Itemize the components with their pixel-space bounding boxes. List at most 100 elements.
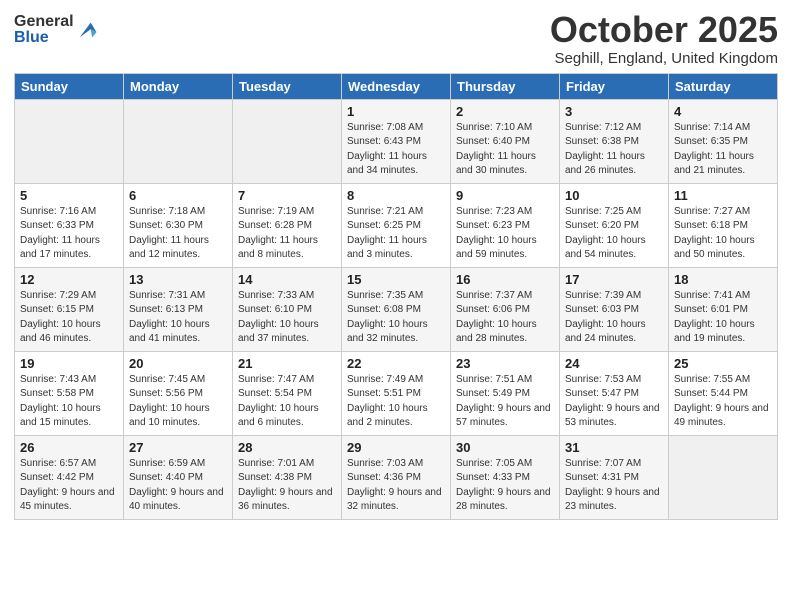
day-number: 28 — [238, 440, 336, 455]
header-monday: Monday — [124, 73, 233, 99]
table-row: 21 Sunrise: 7:47 AM Sunset: 5:54 PM Dayli… — [233, 351, 342, 435]
day-info: Sunrise: 7:35 AM Sunset: 6:08 PM Dayligh… — [347, 289, 445, 347]
table-row: 9 Sunrise: 7:23 AM Sunset: 6:23 PM Daylig… — [451, 183, 560, 267]
day-number: 4 — [674, 104, 772, 119]
location: Seghill, England, United Kingdom — [550, 50, 778, 67]
logo-general: General — [14, 14, 74, 30]
day-number: 24 — [565, 356, 663, 371]
day-info: Sunrise: 7:10 AM Sunset: 6:40 PM Dayligh… — [456, 121, 554, 179]
day-info: Sunrise: 7:39 AM Sunset: 6:03 PM Dayligh… — [565, 289, 663, 347]
table-row: 12 Sunrise: 7:29 AM Sunset: 6:15 PM Dayli… — [15, 267, 124, 351]
table-row: 17 Sunrise: 7:39 AM Sunset: 6:03 PM Dayli… — [560, 267, 669, 351]
day-info: Sunrise: 7:23 AM Sunset: 6:23 PM Dayligh… — [456, 205, 554, 263]
title-section: October 2025 Seghill, England, United Ki… — [550, 10, 778, 67]
table-row: 22 Sunrise: 7:49 AM Sunset: 5:51 PM Dayli… — [342, 351, 451, 435]
table-row: 28Sunrise: 7:01 AM Sunset: 4:38 PM Dayli… — [233, 435, 342, 519]
day-info: Sunrise: 6:59 AM Sunset: 4:40 PM Dayligh… — [129, 457, 227, 515]
day-number: 16 — [456, 272, 554, 287]
table-row — [669, 435, 778, 519]
day-number: 29 — [347, 440, 445, 455]
table-row: 29 Sunrise: 7:03 AM Sunset: 4:36 PM Dayli… — [342, 435, 451, 519]
day-number: 18 — [674, 272, 772, 287]
logo-icon — [76, 19, 98, 41]
table-row: 16Sunrise: 7:37 AM Sunset: 6:06 PM Dayli… — [451, 267, 560, 351]
header-tuesday: Tuesday — [233, 73, 342, 99]
table-row: 15 Sunrise: 7:35 AM Sunset: 6:08 PM Dayli… — [342, 267, 451, 351]
logo: General Blue — [14, 14, 98, 46]
table-row: 5Sunrise: 7:16 AM Sunset: 6:33 PM Daylig… — [15, 183, 124, 267]
header-saturday: Saturday — [669, 73, 778, 99]
logo-text: General Blue — [14, 14, 74, 46]
calendar-body: 1 Sunrise: 7:08 AM Sunset: 6:43 PM Daylig… — [15, 99, 778, 519]
day-info: Sunrise: 7:33 AM Sunset: 6:10 PM Dayligh… — [238, 289, 336, 347]
table-row: 7 Sunrise: 7:19 AM Sunset: 6:28 PM Daylig… — [233, 183, 342, 267]
table-row: 26 Sunrise: 6:57 AM Sunset: 4:42 PM Dayli… — [15, 435, 124, 519]
day-info: Sunrise: 7:08 AM Sunset: 6:43 PM Dayligh… — [347, 121, 445, 179]
day-info: Sunrise: 7:18 AM Sunset: 6:30 PM Dayligh… — [129, 205, 227, 263]
header-sunday: Sunday — [15, 73, 124, 99]
table-row: 19 Sunrise: 7:43 AM Sunset: 5:58 PM Dayli… — [15, 351, 124, 435]
day-number: 27 — [129, 440, 227, 455]
table-row: 10 Sunrise: 7:25 AM Sunset: 6:20 PM Dayli… — [560, 183, 669, 267]
table-row: 6 Sunrise: 7:18 AM Sunset: 6:30 PM Daylig… — [124, 183, 233, 267]
day-number: 7 — [238, 188, 336, 203]
table-row: 24 Sunrise: 7:53 AM Sunset: 5:47 PM Dayli… — [560, 351, 669, 435]
table-row: 30 Sunrise: 7:05 AM Sunset: 4:33 PM Dayli… — [451, 435, 560, 519]
table-row — [15, 99, 124, 183]
day-number: 23 — [456, 356, 554, 371]
day-number: 10 — [565, 188, 663, 203]
day-number: 13 — [129, 272, 227, 287]
table-row: 23 Sunrise: 7:51 AM Sunset: 5:49 PM Dayli… — [451, 351, 560, 435]
day-info: Sunrise: 7:12 AM Sunset: 6:38 PM Dayligh… — [565, 121, 663, 179]
day-number: 11 — [674, 188, 772, 203]
day-number: 2 — [456, 104, 554, 119]
table-row: 25Sunrise: 7:55 AM Sunset: 5:44 PM Dayli… — [669, 351, 778, 435]
day-number: 12 — [20, 272, 118, 287]
header-wednesday: Wednesday — [342, 73, 451, 99]
day-number: 14 — [238, 272, 336, 287]
day-number: 22 — [347, 356, 445, 371]
table-row: 3 Sunrise: 7:12 AM Sunset: 6:38 PM Daylig… — [560, 99, 669, 183]
day-info: Sunrise: 6:57 AM Sunset: 4:42 PM Dayligh… — [20, 457, 118, 515]
day-info: Sunrise: 7:25 AM Sunset: 6:20 PM Dayligh… — [565, 205, 663, 263]
day-info: Sunrise: 7:31 AM Sunset: 6:13 PM Dayligh… — [129, 289, 227, 347]
table-row: 18 Sunrise: 7:41 AM Sunset: 6:01 PM Dayli… — [669, 267, 778, 351]
day-info: Sunrise: 7:05 AM Sunset: 4:33 PM Dayligh… — [456, 457, 554, 515]
day-number: 31 — [565, 440, 663, 455]
day-number: 8 — [347, 188, 445, 203]
calendar-container: General Blue October 2025 Seghill, Engla… — [0, 0, 792, 528]
day-number: 30 — [456, 440, 554, 455]
day-number: 6 — [129, 188, 227, 203]
day-info: Sunrise: 7:47 AM Sunset: 5:54 PM Dayligh… — [238, 373, 336, 431]
day-number: 15 — [347, 272, 445, 287]
table-row: 2 Sunrise: 7:10 AM Sunset: 6:40 PM Daylig… — [451, 99, 560, 183]
day-number: 17 — [565, 272, 663, 287]
day-number: 9 — [456, 188, 554, 203]
table-row: 31 Sunrise: 7:07 AM Sunset: 4:31 PM Dayli… — [560, 435, 669, 519]
day-info: Sunrise: 7:49 AM Sunset: 5:51 PM Dayligh… — [347, 373, 445, 431]
table-row: 8 Sunrise: 7:21 AM Sunset: 6:25 PM Daylig… — [342, 183, 451, 267]
header-thursday: Thursday — [451, 73, 560, 99]
day-number: 26 — [20, 440, 118, 455]
table-row: 20Sunrise: 7:45 AM Sunset: 5:56 PM Dayli… — [124, 351, 233, 435]
day-info: Sunrise: 7:55 AM Sunset: 5:44 PM Dayligh… — [674, 373, 772, 431]
month-title: October 2025 — [550, 10, 778, 50]
day-info: Sunrise: 7:43 AM Sunset: 5:58 PM Dayligh… — [20, 373, 118, 431]
table-row — [233, 99, 342, 183]
day-number: 19 — [20, 356, 118, 371]
day-number: 21 — [238, 356, 336, 371]
day-number: 1 — [347, 104, 445, 119]
day-number: 20 — [129, 356, 227, 371]
table-row — [124, 99, 233, 183]
day-info: Sunrise: 7:53 AM Sunset: 5:47 PM Dayligh… — [565, 373, 663, 431]
header-friday: Friday — [560, 73, 669, 99]
day-info: Sunrise: 7:41 AM Sunset: 6:01 PM Dayligh… — [674, 289, 772, 347]
day-info: Sunrise: 7:03 AM Sunset: 4:36 PM Dayligh… — [347, 457, 445, 515]
day-info: Sunrise: 7:29 AM Sunset: 6:15 PM Dayligh… — [20, 289, 118, 347]
table-row: 11Sunrise: 7:27 AM Sunset: 6:18 PM Dayli… — [669, 183, 778, 267]
day-info: Sunrise: 7:21 AM Sunset: 6:25 PM Dayligh… — [347, 205, 445, 263]
day-info: Sunrise: 7:19 AM Sunset: 6:28 PM Dayligh… — [238, 205, 336, 263]
day-info: Sunrise: 7:07 AM Sunset: 4:31 PM Dayligh… — [565, 457, 663, 515]
day-number: 3 — [565, 104, 663, 119]
day-info: Sunrise: 7:51 AM Sunset: 5:49 PM Dayligh… — [456, 373, 554, 431]
